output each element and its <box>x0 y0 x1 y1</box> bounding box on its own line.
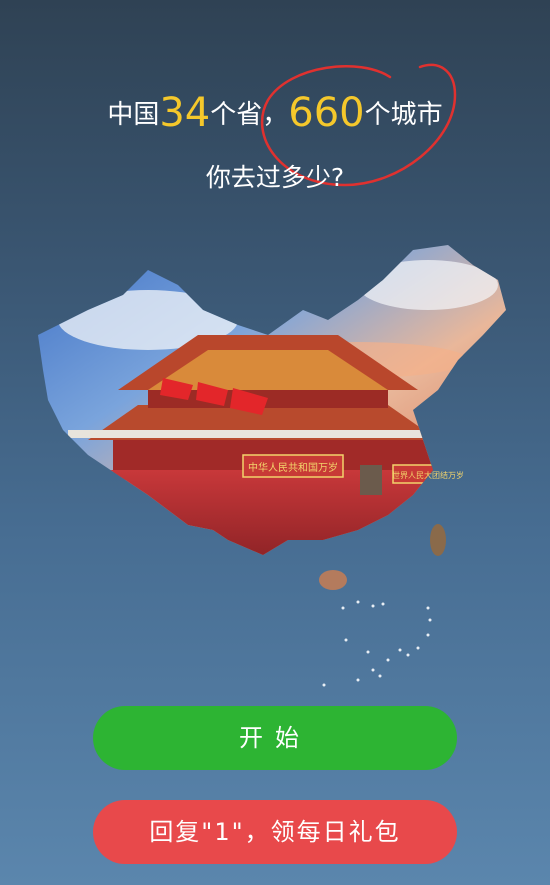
daily-gift-button[interactable]: 回复"1"，领每日礼包 <box>93 800 457 864</box>
subheading: 你去过多少? <box>205 163 345 192</box>
start-button[interactable]: 开始 <box>93 706 457 770</box>
china-map-tiananmen-icon: 中华人民共和国万岁 世界人民大团结万岁 <box>38 245 506 687</box>
headline-text-1: 中国 <box>107 100 160 130</box>
banner-left: 中华人民共和国万岁 <box>248 461 338 474</box>
province-count: 34 <box>159 90 211 136</box>
banner-right: 世界人民大团结万岁 <box>392 470 464 480</box>
